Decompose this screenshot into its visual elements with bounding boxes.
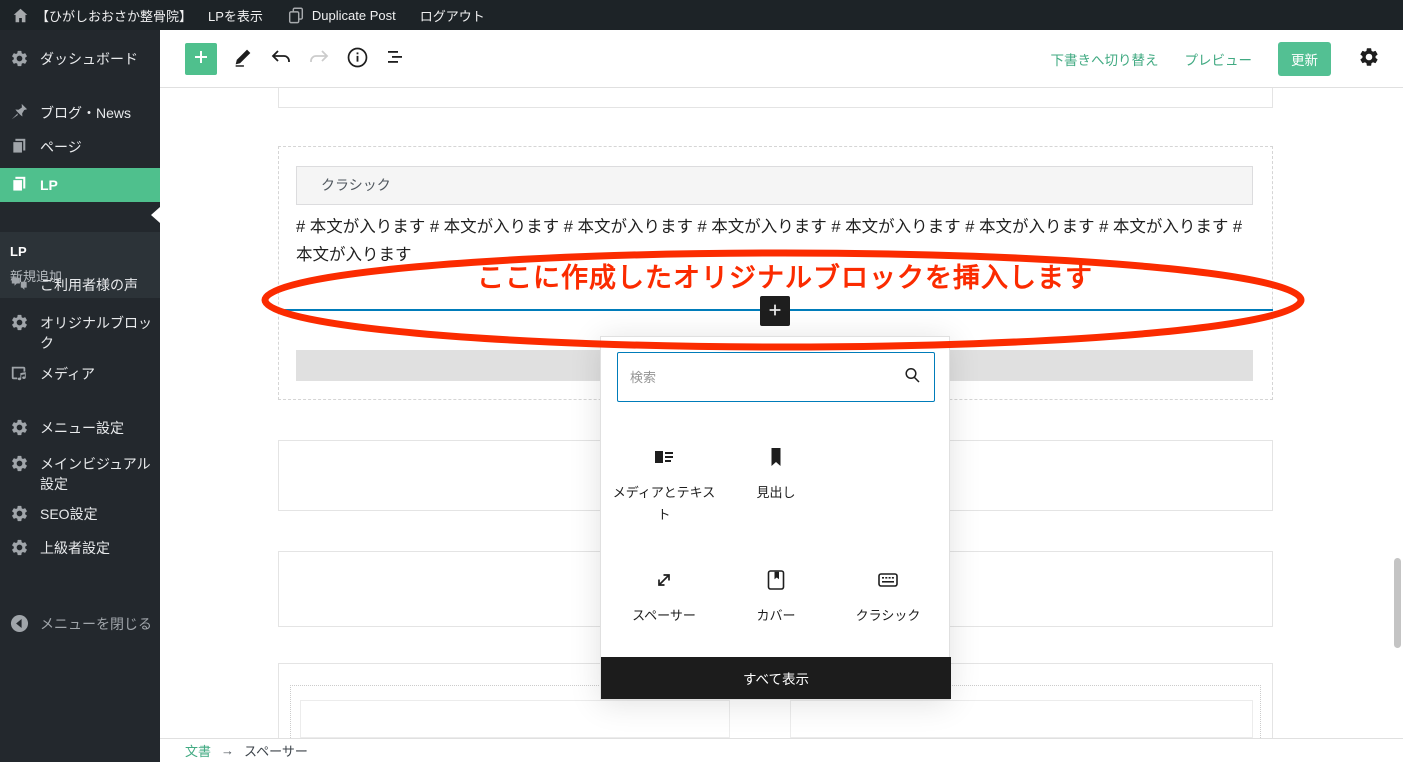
sidebar-label: ページ [40, 139, 82, 155]
home-icon [12, 7, 29, 24]
collapse-icon [10, 614, 30, 634]
logout-link[interactable]: ログアウト [408, 0, 497, 30]
preview-link[interactable]: プレビュー [1185, 49, 1253, 69]
duplicate-post-icon [287, 6, 305, 24]
update-button[interactable]: 更新 [1278, 41, 1331, 76]
breadcrumb-arrow: → [221, 743, 235, 758]
submenu-item-lp[interactable]: LP [10, 240, 160, 264]
sidebar-label: メニュー設定 [40, 420, 124, 436]
media-icon [10, 364, 30, 384]
sidebar-label: SEO設定 [40, 506, 98, 522]
pages-icon [10, 137, 30, 157]
sidebar-item-voices[interactable]: ご利用者様の声 [0, 268, 160, 302]
wordpress-editor-screen: 【ひがしおおさか整骨院】 LPを表示 Duplicate Post ログアウト … [0, 0, 1403, 762]
sidebar-item-lp[interactable]: LP [0, 168, 160, 202]
breadcrumb-current: スペーサー [244, 744, 308, 759]
pages-icon [10, 175, 30, 195]
gear-icon [10, 504, 30, 524]
list-view-button[interactable] [383, 47, 407, 71]
gear-icon [10, 454, 30, 474]
sidebar-item-seo-settings[interactable]: SEO設定 [0, 497, 160, 531]
classic-editor-icon [876, 568, 900, 592]
cover-icon [764, 568, 788, 592]
pencil-icon [232, 46, 254, 71]
sidebar-item-main-visual-settings[interactable]: メインビジュアル設定 [0, 447, 160, 501]
sidebar-label: 上級者設定 [40, 540, 110, 556]
list-view-icon [383, 45, 407, 72]
plus-icon [766, 301, 784, 322]
sidebar-label: メインビジュアル設定 [40, 456, 151, 492]
redo-icon [307, 45, 331, 72]
block-outline-partial-top[interactable] [278, 88, 1273, 108]
paragraph-block[interactable]: # 本文が入ります # 本文が入ります # 本文が入ります # 本文が入ります … [296, 213, 1244, 269]
sidebar-item-original-block[interactable]: オリジナルブロック [0, 306, 160, 360]
breadcrumb: 文書 → スペーサー [160, 738, 1403, 762]
editor-toolbar: 下書きへ切り替え プレビュー 更新 [160, 30, 1403, 88]
heading-bookmark-icon [764, 445, 788, 469]
gear-icon [1358, 46, 1380, 71]
switch-to-draft-link[interactable]: 下書きへ切り替え [1051, 49, 1159, 69]
undo-button[interactable] [269, 47, 293, 71]
gear-icon [10, 49, 30, 69]
inserter-item-classic[interactable]: クラシック [832, 568, 944, 627]
sidebar-item-advanced-settings[interactable]: 上級者設定 [0, 531, 160, 565]
comments-icon [10, 275, 30, 295]
spacer-icon [652, 568, 676, 592]
pin-icon [10, 103, 30, 123]
sidebar-label: ご利用者様の声 [40, 277, 138, 293]
sidebar-label: ダッシュボード [40, 51, 138, 67]
sidebar-label: ブログ・News [40, 105, 132, 121]
inserter-item-media-text[interactable]: メディアとテキスト [608, 445, 720, 526]
block-search-input[interactable] [618, 369, 902, 385]
show-all-button[interactable]: すべて表示 [601, 657, 951, 699]
column-block-left[interactable] [300, 700, 730, 738]
column-block-right[interactable] [790, 700, 1253, 738]
sidebar-label: メディア [40, 366, 96, 382]
sidebar-item-dashboard[interactable]: ダッシュボード [0, 42, 160, 76]
sidebar-label: メニューを閉じる [40, 616, 152, 632]
sidebar-item-blog-news[interactable]: ブログ・News [0, 96, 160, 130]
sidebar-label: オリジナルブロック [40, 315, 152, 351]
duplicate-post-link[interactable]: Duplicate Post [275, 0, 408, 30]
breadcrumb-document-link[interactable]: 文書 [185, 741, 211, 760]
view-lp-link[interactable]: LPを表示 [204, 0, 275, 30]
collapse-menu-button[interactable]: メニューを閉じる [0, 607, 160, 641]
gear-icon [10, 313, 30, 333]
scrollbar-thumb[interactable] [1394, 558, 1401, 648]
media-text-icon [652, 445, 676, 469]
inserter-item-spacer[interactable]: スペーサー [608, 568, 720, 627]
settings-gear-button[interactable] [1357, 47, 1381, 71]
insert-block-button[interactable] [760, 296, 790, 326]
gear-icon [10, 418, 30, 438]
classic-block-bar[interactable]: クラシック [296, 166, 1253, 205]
inserter-item-cover[interactable]: カバー [720, 568, 832, 627]
search-icon [902, 365, 922, 390]
sidebar-item-pages[interactable]: ページ [0, 130, 160, 164]
sidebar-item-menu-settings[interactable]: メニュー設定 [0, 411, 160, 445]
gear-icon [10, 538, 30, 558]
admin-sidebar: ダッシュボード ブログ・News ページ LP LP 新規追加 ご利用者様の声 … [0, 30, 160, 762]
info-icon [346, 46, 369, 72]
plus-icon [191, 47, 211, 70]
add-block-button[interactable] [185, 42, 217, 75]
sidebar-item-media[interactable]: メディア [0, 357, 160, 391]
sidebar-label: LP [40, 177, 58, 193]
redo-button[interactable] [307, 47, 331, 71]
info-button[interactable] [345, 47, 369, 71]
active-menu-arrow [151, 207, 160, 223]
block-search-field[interactable] [617, 352, 935, 402]
site-menu-item[interactable]: 【ひがしおおさか整骨院】 [0, 0, 204, 30]
edit-tool-button[interactable] [231, 47, 255, 71]
admin-bar: 【ひがしおおさか整骨院】 LPを表示 Duplicate Post ログアウト [0, 0, 1403, 30]
site-name: 【ひがしおおさか整骨院】 [36, 8, 193, 24]
undo-icon [269, 45, 293, 72]
inserter-item-heading[interactable]: 見出し [720, 445, 832, 504]
block-inserter-popup: メディアとテキスト 見出し スペーサー カバー クラシック [600, 336, 951, 700]
